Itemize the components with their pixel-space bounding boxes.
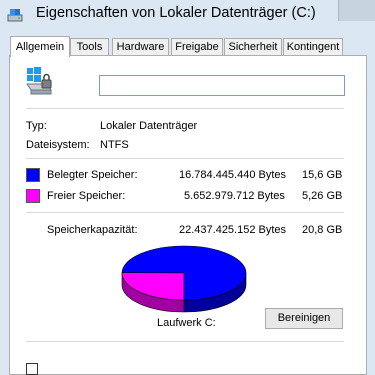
used-space-label: Belegter Speicher: [47,169,138,181]
cleanup-button[interactable]: Bereinigen [265,308,343,329]
filesystem-label: Dateisystem: [26,139,90,151]
type-label: Typ: [26,120,47,132]
tab-allgemein[interactable]: Allgemein [10,36,70,57]
separator [26,341,344,342]
tab-freigabe[interactable]: Freigabe [171,38,223,56]
tab-kontingent[interactable]: Kontingent [283,38,343,56]
tab-hardware[interactable]: Hardware [112,38,169,56]
free-space-label: Freier Speicher: [47,190,126,202]
separator [26,108,344,109]
filesystem-value: NTFS [100,139,129,151]
window-title: Eigenschaften von Lokaler Datenträger (C… [36,5,316,21]
capacity-label: Speicherkapazität: [47,224,138,236]
free-space-color-swatch [26,189,40,203]
free-space-bytes: 5.652.979.712 Bytes [184,190,285,202]
drive-name-input[interactable] [99,75,345,96]
drive-label: Laufwerk C: [157,317,216,329]
free-space-gb: 5,26 GB [302,190,343,202]
compress-checkbox[interactable] [26,363,38,375]
used-space-color-swatch [26,168,40,182]
disk-usage-pie-chart [121,245,247,313]
separator [26,212,344,213]
drive-app-icon [7,9,23,22]
used-space-gb: 15,6 GB [302,169,343,181]
separator [26,158,344,159]
drive-icon [26,67,52,95]
type-value: Lokaler Datenträger [100,120,198,132]
title-bar: Eigenschaften von Lokaler Datenträger (C… [0,0,375,30]
capacity-gb: 20,8 GB [302,224,343,236]
capacity-bytes: 22.437.425.152 Bytes [179,224,287,236]
close-button[interactable] [338,0,375,21]
used-space-bytes: 16.784.445.440 Bytes [179,169,287,181]
tab-sicherheit[interactable]: Sicherheit [224,38,282,56]
tab-tools[interactable]: Tools [70,38,109,56]
